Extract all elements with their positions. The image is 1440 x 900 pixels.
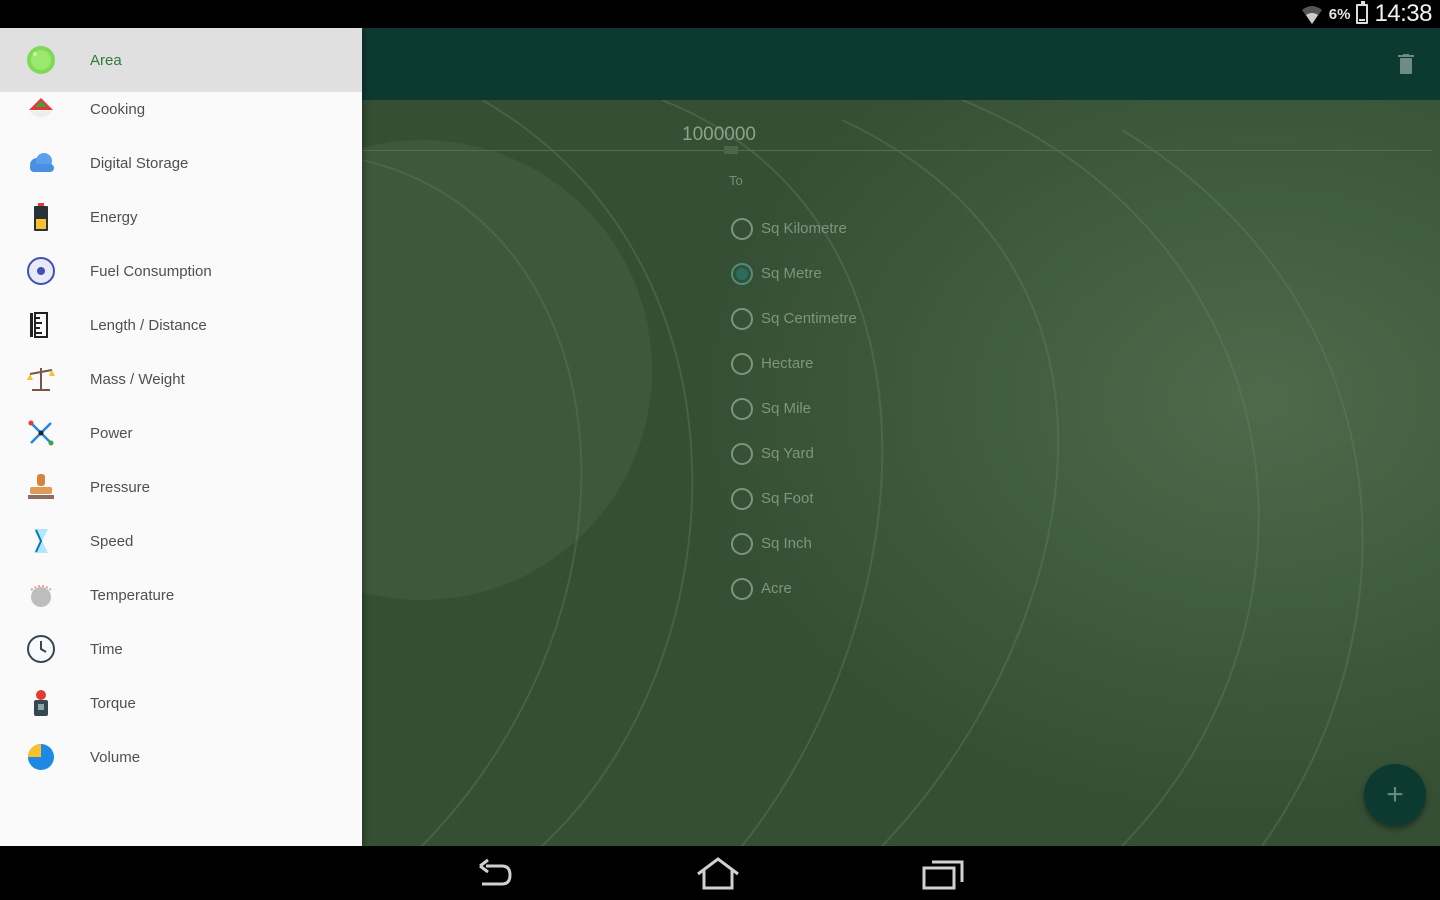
drawer-item-energy[interactable]: Energy [0,190,362,244]
radio-button[interactable] [731,397,753,420]
drawer-item-label: Digital Storage [90,154,189,172]
radio-button[interactable] [731,352,753,375]
speed-icon [26,526,56,556]
drawer-item-fuel-consumption[interactable]: Fuel Consumption [0,244,362,298]
plus-icon: + [1386,778,1404,811]
radio-sq-yard[interactable]: Sq Yard [731,431,857,476]
recent-apps-icon[interactable] [920,856,968,892]
radio-label: Sq Inch [761,535,812,552]
thermometer-icon [26,580,56,610]
drawer-item-label: Energy [90,208,138,226]
drawer-item-cooking[interactable]: Cooking [0,82,362,136]
radio-sq-inch[interactable]: Sq Inch [731,521,857,566]
volume-pie-icon [26,742,56,772]
add-fab-button[interactable]: + [1364,764,1426,826]
scale-icon [26,364,56,394]
ruler-icon [26,310,56,340]
drawer-item-label: Volume [90,748,141,766]
system-nav-bar [0,846,1440,900]
drawer-item-power[interactable]: Power [0,406,362,460]
unit-radio-list: Sq Kilometre Sq Metre Sq Centimetre Hect… [731,206,857,611]
radio-label: Sq Centimetre [761,310,857,327]
app-bar [362,28,1440,100]
drawer-item-label: Pressure [90,478,151,496]
drawer-item-pressure[interactable]: Pressure [0,460,362,514]
delete-icon[interactable] [1398,54,1414,74]
drawer-item-label: Time [90,640,123,658]
cooking-icon [26,94,56,124]
back-icon[interactable] [470,856,518,892]
power-icon [26,418,56,448]
radio-sq-centimetre[interactable]: Sq Centimetre [731,296,857,341]
drawer-item-volume[interactable]: Volume [0,730,362,784]
radio-sq-kilometre[interactable]: Sq Kilometre [731,206,857,251]
radio-button[interactable] [731,532,753,555]
drawer-item-label: Length / Distance [90,316,207,334]
drawer-item-time[interactable]: Time [0,622,362,676]
radio-sq-mile[interactable]: Sq Mile [731,386,857,431]
value-underline [362,150,1432,151]
drawer-item-label: Cooking [90,100,146,118]
stamp-icon [26,472,56,502]
drawer-item-label: Speed [90,532,134,550]
value-input[interactable]: 1000000 [682,124,756,146]
drawer-item-label: Torque [90,694,136,712]
drawer-item-label: Mass / Weight [90,370,185,388]
drawer-item-speed[interactable]: Speed [0,514,362,568]
radio-acre[interactable]: Acre [731,566,857,611]
wifi-icon [1301,6,1322,24]
radio-label: Hectare [761,355,814,372]
drawer-item-mass-weight[interactable]: Mass / Weight [0,352,362,406]
radio-label: Sq Mile [761,400,812,417]
radio-button-checked[interactable] [731,262,753,285]
navigation-drawer: Area Cooking Digital Storage Energy Fuel… [0,28,362,846]
radio-label: Sq Yard [761,445,814,462]
main-area: 1000000 To Sq Kilometre Sq Metre Sq Cent… [0,28,1440,846]
radio-button[interactable] [731,577,753,600]
radio-label: Sq Foot [761,490,814,507]
radio-label: Sq Kilometre [761,220,847,237]
radio-sq-metre[interactable]: Sq Metre [731,251,857,296]
drawer-item-label: Temperature [90,586,175,604]
drawer-item-temperature[interactable]: Temperature [0,568,362,622]
clock-icon [26,634,56,664]
battery-percent: 6% [1328,5,1351,23]
drawer-item-torque[interactable]: Torque [0,676,362,730]
home-icon[interactable] [694,856,742,892]
radio-button[interactable] [731,442,753,465]
radio-hectare[interactable]: Hectare [731,341,857,386]
status-clock: 14:38 [1374,0,1432,27]
cloud-icon [26,148,56,178]
radio-button[interactable] [731,217,753,240]
to-label: To [729,173,743,188]
battery-icon [1356,1,1369,24]
drawer-item-label: Power [90,424,133,442]
drawer-item-label: Fuel Consumption [90,262,212,280]
drawer-item-label: Area [90,51,122,69]
status-bar: 6% 14:38 [0,0,1440,28]
radio-sq-foot[interactable]: Sq Foot [731,476,857,521]
radio-button[interactable] [731,307,753,330]
drawer-item-length-distance[interactable]: Length / Distance [0,298,362,352]
area-icon [26,45,56,75]
fuel-gauge-icon [26,256,56,286]
background-art [362,100,1440,846]
torque-icon [26,688,56,718]
radio-label: Sq Metre [761,265,822,282]
radio-button[interactable] [731,487,753,510]
radio-label: Acre [761,580,792,597]
drawer-item-digital-storage[interactable]: Digital Storage [0,136,362,190]
value-underline-gap [724,146,738,154]
battery-icon [26,202,56,232]
